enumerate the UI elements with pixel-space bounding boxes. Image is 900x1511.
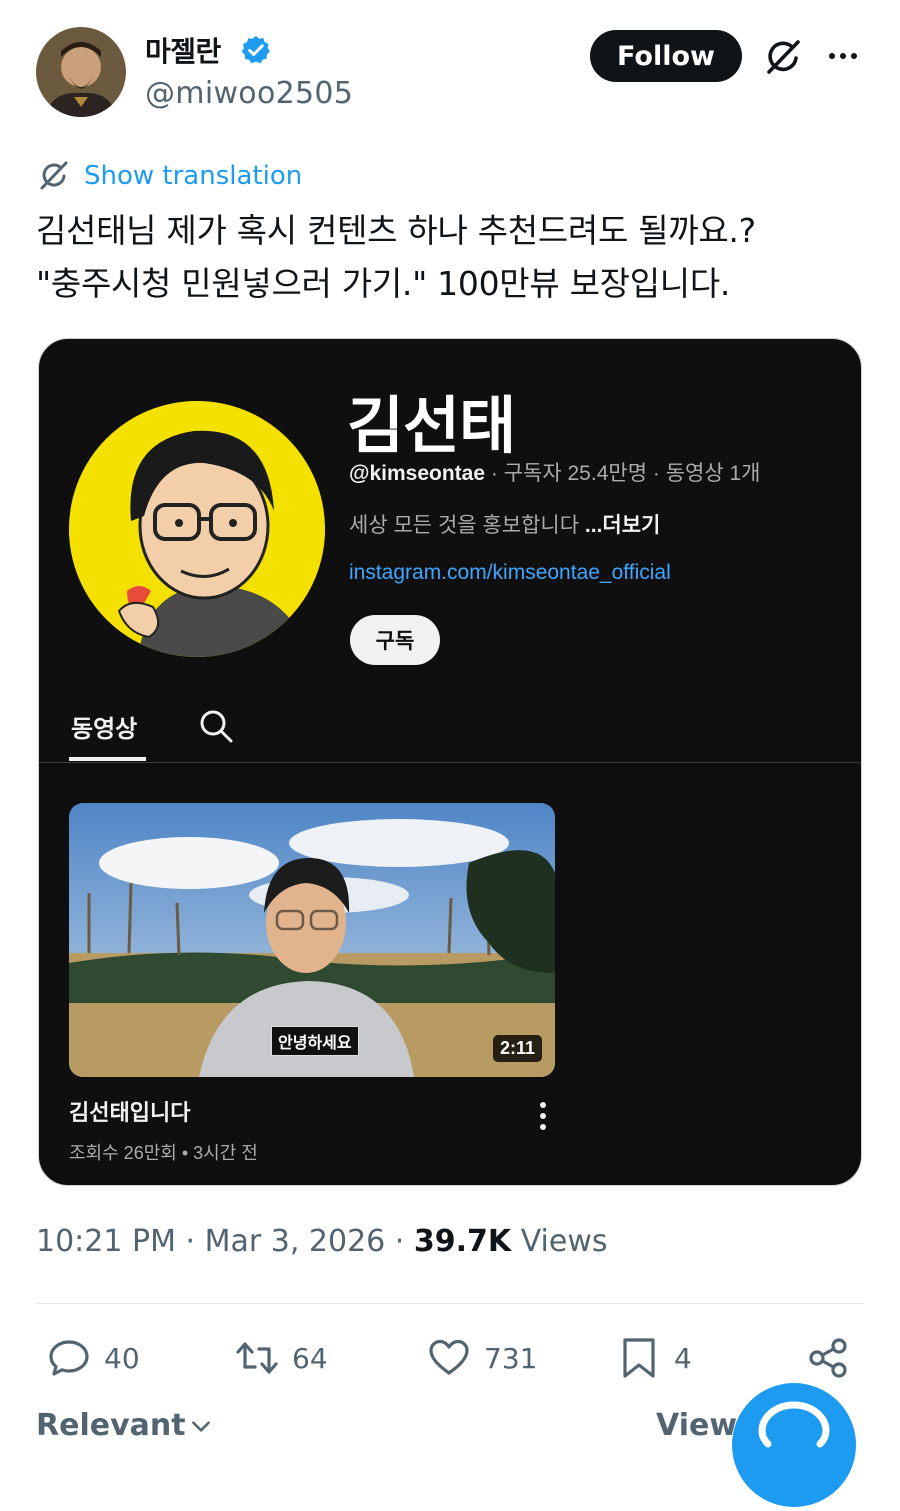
- tab-divider: [39, 762, 861, 763]
- channel-description-text: 세상 모든 것을 홍보합니다: [349, 514, 580, 537]
- share-icon: [809, 1338, 847, 1378]
- show-translation-label[interactable]: Show translation: [84, 161, 302, 191]
- video-age: 3시간 전: [193, 1143, 258, 1163]
- bookmark-count: 4: [674, 1341, 692, 1375]
- channel-description: 세상 모든 것을 홍보합니다 ...더보기: [349, 509, 660, 539]
- video-views: 조회수 26만회: [69, 1143, 177, 1163]
- view-button[interactable]: View: [656, 1408, 737, 1443]
- repost-icon: [236, 1342, 278, 1374]
- tweet-text-line: "충주시청 민원넣으러 가기." 100만뷰 보장입니다.: [36, 264, 731, 303]
- tab-active-indicator: [69, 757, 146, 761]
- tab-videos: 동영상: [71, 716, 138, 743]
- description-more-link: ...더보기: [584, 514, 661, 537]
- search-icon: [200, 710, 233, 743]
- meta-separator: ·: [652, 462, 666, 485]
- views-count: 39.7K: [413, 1224, 512, 1259]
- bookmark-button[interactable]: 4: [616, 1334, 692, 1382]
- video-count: 동영상 1개: [665, 462, 761, 485]
- share-button[interactable]: [806, 1334, 852, 1382]
- meta-separator: •: [181, 1143, 194, 1163]
- reply-bubble-icon: [758, 1401, 830, 1448]
- sort-relevant-dropdown[interactable]: Relevant: [36, 1408, 214, 1443]
- grok-slash-icon[interactable]: [760, 34, 806, 80]
- video-title: 김선태입니다: [69, 1100, 191, 1125]
- grok-slash-icon: [40, 161, 68, 190]
- sort-label: Relevant: [36, 1408, 186, 1443]
- author-handle[interactable]: @miwoo2505: [145, 76, 353, 111]
- follow-button[interactable]: Follow: [590, 30, 742, 82]
- reply-count: 40: [104, 1341, 140, 1375]
- video-duration: 2:11: [493, 1035, 543, 1062]
- bookmark-icon: [623, 1338, 655, 1378]
- tweet-timestamp: 10:21 PM · Mar 3, 2026 · 39.7K Views: [36, 1224, 608, 1259]
- channel-link: instagram.com/kimseontae_official: [349, 561, 671, 584]
- subscriber-count: 구독자 25.4만명: [503, 462, 648, 485]
- like-count: 731: [484, 1341, 538, 1375]
- tweet-text: 김선태님 제가 혹시 컨텐츠 하나 추천드려도 될까요.? "충주시청 민원넣으…: [36, 204, 866, 310]
- more-dots-icon[interactable]: [820, 34, 866, 80]
- channel-handle: @kimseontae: [349, 462, 486, 485]
- meta-separator: ·: [394, 1224, 414, 1259]
- repost-button[interactable]: 64: [234, 1334, 328, 1382]
- heart-icon: [429, 1339, 469, 1375]
- tweet-text-line: 김선태님 제가 혹시 컨텐츠 하나 추천드려도 될까요.?: [36, 211, 756, 250]
- verified-badge-icon: [241, 36, 270, 64]
- channel-meta: @kimseontae · 구독자 25.4만명 · 동영상 1개: [349, 457, 760, 487]
- author-avatar[interactable]: [36, 27, 126, 117]
- reply-bubble-icon: [49, 1340, 89, 1376]
- repost-count: 64: [292, 1341, 328, 1375]
- subscribe-button: 구독: [350, 615, 440, 665]
- video-caption: 안녕하세요: [271, 1026, 359, 1056]
- meta-separator: ·: [490, 462, 504, 485]
- views-label: Views: [520, 1224, 608, 1259]
- channel-avatar: [69, 401, 325, 657]
- kebab-menu-icon: [540, 1102, 546, 1130]
- meta-separator: ·: [185, 1224, 205, 1259]
- video-thumbnail: 안녕하세요 2:11: [69, 803, 555, 1077]
- tweet-date[interactable]: Mar 3, 2026: [205, 1224, 386, 1259]
- compose-reply-fab[interactable]: [732, 1383, 856, 1507]
- like-button[interactable]: 731: [426, 1334, 537, 1382]
- chevron-down-icon: [191, 1420, 210, 1432]
- video-meta: 조회수 26만회 • 3시간 전: [69, 1139, 258, 1165]
- tweet-time[interactable]: 10:21 PM: [36, 1224, 176, 1259]
- channel-name: 김선태: [347, 392, 516, 461]
- author-display-name[interactable]: 마젤란: [145, 30, 221, 70]
- embedded-media-card[interactable]: 김선태 @kimseontae · 구독자 25.4만명 · 동영상 1개 세상…: [38, 338, 862, 1186]
- footer-divider: [36, 1303, 864, 1304]
- show-translation-link[interactable]: Show translation: [36, 156, 302, 196]
- reply-button[interactable]: 40: [46, 1334, 140, 1382]
